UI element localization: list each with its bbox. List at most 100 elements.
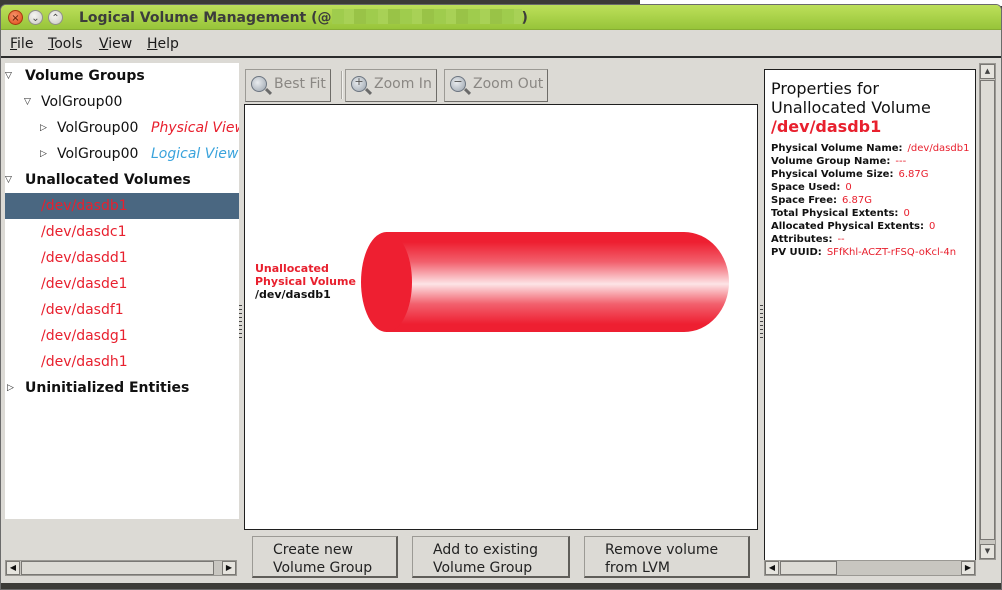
menu-view[interactable]: View	[99, 36, 132, 52]
expander-expanded-icon[interactable]: ▽	[24, 89, 31, 115]
scroll-right-button[interactable]: ▶	[222, 561, 236, 575]
lvm-window: × ⌄ ⌃ Logical Volume Management (@) File…	[0, 4, 1002, 590]
property-row: PV UUID: SFfKhl-ACZT-rFSQ-oKcl-4n	[771, 246, 956, 259]
tree-item-device[interactable]: /dev/dasdd1	[5, 245, 239, 271]
button-label-line1: Add to existing	[433, 542, 539, 558]
window-bottom-edge	[1, 583, 1001, 589]
menu-help[interactable]: Help	[147, 36, 179, 52]
property-row: Physical Volume Size: 6.87G	[771, 168, 928, 181]
add-to-volume-group-button[interactable]: Add to existing Volume Group	[412, 536, 570, 578]
menu-tools-label: ools	[54, 36, 83, 52]
tree-item-physical-view[interactable]: ▷ VolGroup00 Physical View	[5, 115, 239, 141]
expander-collapsed-icon[interactable]: ▷	[40, 115, 47, 141]
zoom-out-icon: −	[450, 75, 466, 92]
menu-file-label: ile	[17, 36, 34, 52]
redacted-hostname	[331, 9, 522, 24]
scroll-right-button[interactable]: ▶	[961, 561, 975, 575]
physical-view-tag: Physical View	[151, 120, 239, 136]
tree-item-device[interactable]: /dev/dasdc1	[5, 219, 239, 245]
tree-item-logical-view[interactable]: ▷ VolGroup00 Logical View	[5, 141, 239, 167]
tree-item-device[interactable]: /dev/dasdf1	[5, 297, 239, 323]
scroll-thumb[interactable]	[780, 561, 837, 575]
property-label: Attributes:	[771, 234, 833, 245]
device-label: /dev/dasdf1	[41, 302, 124, 318]
zoom-out-button[interactable]: − Zoom Out	[444, 69, 549, 102]
property-value: 0	[903, 208, 910, 219]
close-window-button[interactable]: ×	[8, 10, 23, 25]
property-row: Physical Volume Name: /dev/dasdb1	[771, 142, 969, 155]
volume-canvas[interactable]: Unallocated Physical Volume /dev/dasdb1	[244, 104, 758, 530]
best-fit-label: Best Fit	[274, 76, 326, 92]
tree-item-uninitialized-entities[interactable]: ▷ Uninitialized Entities	[5, 375, 239, 401]
properties-device: /dev/dasdb1	[771, 117, 882, 136]
zoom-fit-icon	[251, 76, 267, 92]
property-value: SFfKhl-ACZT-rFSQ-oKcl-4n	[826, 247, 957, 258]
properties-horizontal-scrollbar[interactable]: ◀ ▶	[764, 560, 976, 576]
scroll-down-button[interactable]: ▼	[980, 544, 995, 559]
menu-file[interactable]: File	[10, 36, 33, 52]
expander-collapsed-icon[interactable]: ▷	[7, 375, 14, 401]
remove-from-lvm-button[interactable]: Remove volume from LVM	[584, 536, 750, 578]
property-row: Allocated Physical Extents: 0	[771, 220, 935, 233]
button-label-line2: Volume Group	[433, 560, 533, 576]
tree-label: Volume Groups	[25, 68, 145, 84]
scroll-up-button[interactable]: ▲	[980, 64, 995, 79]
menu-view-label: iew	[108, 36, 133, 52]
maximize-window-button[interactable]: ⌃	[48, 10, 63, 25]
scroll-right-icon: ▶	[964, 563, 972, 572]
tree-label: VolGroup00	[57, 146, 139, 162]
tree-item-volgroup[interactable]: ▽ VolGroup00	[5, 89, 239, 115]
window-title-text: Logical Volume Management (@	[79, 10, 332, 26]
device-label: /dev/dasdc1	[41, 224, 127, 240]
right-pane-resize-handle[interactable]	[760, 305, 763, 339]
tree-item-device[interactable]: /dev/dasdh1	[5, 349, 239, 375]
window-title: Logical Volume Management (@)	[79, 9, 528, 26]
scroll-down-icon: ▼	[984, 547, 991, 555]
scroll-thumb[interactable]	[21, 561, 214, 575]
toolbar-separator	[341, 71, 343, 99]
property-value: --	[837, 234, 845, 245]
volume-label-device: /dev/dasdb1	[255, 288, 331, 301]
tree-item-device[interactable]: /dev/dasde1	[5, 271, 239, 297]
menu-bar: File Tools View Help	[1, 31, 1001, 58]
scroll-left-button[interactable]: ◀	[6, 561, 20, 575]
device-label: /dev/dasde1	[41, 276, 128, 292]
expander-expanded-icon[interactable]: ▽	[5, 63, 12, 89]
properties-title: Properties for Unallocated Volume	[771, 79, 931, 117]
property-value: 0	[845, 182, 852, 193]
window-title-suffix: )	[521, 10, 528, 26]
expander-expanded-icon[interactable]: ▽	[5, 167, 12, 193]
menu-tools[interactable]: Tools	[48, 36, 83, 52]
tree-item-device[interactable]: /dev/dasdg1	[5, 323, 239, 349]
physical-volume-cylinder[interactable]	[386, 232, 729, 332]
cylinder-end-cap[interactable]	[361, 232, 412, 332]
button-label-line1: Create new	[273, 542, 353, 558]
property-label: Allocated Physical Extents:	[771, 221, 924, 232]
property-label: Physical Volume Size:	[771, 169, 894, 180]
property-value: ---	[895, 156, 907, 167]
tree-item-unallocated-volumes[interactable]: ▽ Unallocated Volumes	[5, 167, 239, 193]
properties-vertical-scrollbar[interactable]: ▲ ▼	[979, 63, 996, 560]
tree-item-device[interactable]: /dev/dasdb1	[5, 193, 239, 219]
create-volume-group-button[interactable]: Create new Volume Group	[252, 536, 398, 578]
tree-horizontal-scrollbar[interactable]: ◀ ▶	[5, 560, 237, 576]
logical-view-tag: Logical View	[151, 146, 239, 162]
zoom-in-label: Zoom In	[374, 76, 432, 92]
left-pane-resize-handle[interactable]	[239, 305, 242, 339]
minimize-window-button[interactable]: ⌄	[28, 10, 43, 25]
best-fit-button[interactable]: Best Fit	[245, 69, 331, 102]
scroll-up-icon: ▲	[984, 67, 991, 75]
title-bar[interactable]: × ⌄ ⌃ Logical Volume Management (@)	[1, 5, 1001, 30]
menu-help-mnemonic: H	[147, 36, 158, 52]
expander-collapsed-icon[interactable]: ▷	[40, 141, 47, 167]
properties-panel: Properties for Unallocated Volume /dev/d…	[764, 69, 976, 562]
property-row: Volume Group Name: ---	[771, 155, 906, 168]
property-label: PV UUID:	[771, 247, 822, 258]
zoom-in-button[interactable]: + Zoom In	[345, 69, 437, 102]
menu-file-mnemonic: F	[10, 36, 18, 52]
scroll-left-icon: ◀	[9, 563, 17, 572]
tree-item-volume-groups[interactable]: ▽ Volume Groups	[5, 63, 239, 89]
tree-label: VolGroup00	[57, 120, 139, 136]
scroll-left-button[interactable]: ◀	[765, 561, 779, 575]
scroll-thumb[interactable]	[980, 80, 995, 540]
